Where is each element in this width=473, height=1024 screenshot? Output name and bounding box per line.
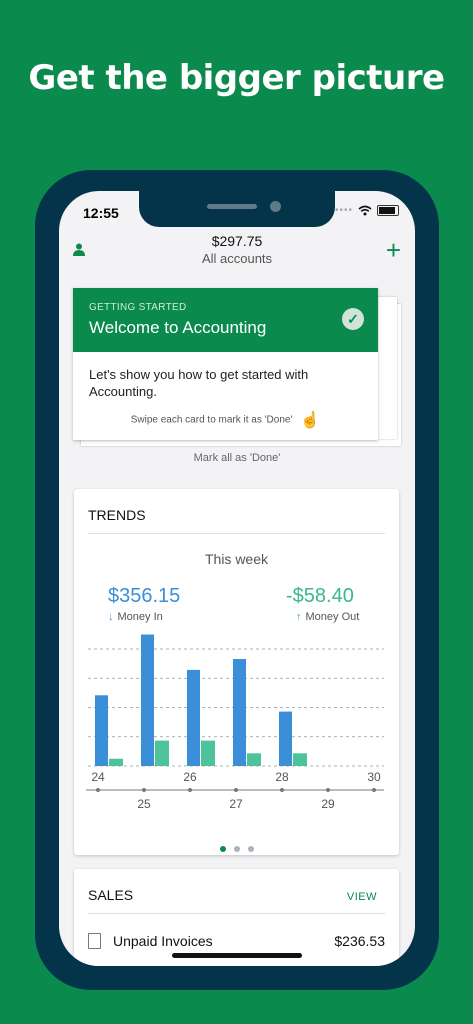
headline: Get the bigger picture [28,58,445,98]
x-tick-label: 29 [321,797,335,811]
x-axis-dot [326,788,330,792]
getting-started-kicker: GETTING STARTED [89,302,187,313]
signal-icon: •••• [334,205,353,216]
divider [88,533,385,534]
getting-started-title: Welcome to Accounting [89,318,267,337]
getting-started-hint: Swipe each card to mark it as 'Done' ☝ [73,410,378,430]
bar-money-out [155,740,169,766]
money-out-value: -$58.40 [286,585,354,607]
status-time: 12:55 [83,205,119,221]
bar-money-in [95,695,108,766]
x-tick-label: 26 [183,770,197,784]
notch [139,191,335,227]
x-axis-dot [280,788,284,792]
sales-view-link[interactable]: VIEW [347,891,377,903]
swipe-hand-icon: ☝ [300,412,321,429]
check-icon[interactable]: ✓ [342,308,364,330]
bar-money-in [141,634,154,766]
x-axis-dot [142,788,146,792]
hint-text: Swipe each card to mark it as 'Done' [130,414,293,426]
money-in-label-row: ↓ Money In [108,611,163,623]
bar-money-in [233,659,246,766]
wifi-icon [358,205,372,216]
sales-row-amount: $236.53 [334,933,385,949]
trends-card[interactable]: TRENDS This week $356.15 ↓ Money In -$58.… [74,489,399,855]
x-axis-dot [188,788,192,792]
battery-icon [377,205,399,216]
x-axis-dot [96,788,100,792]
arrow-down-icon: ↓ [108,611,114,623]
divider [88,913,385,914]
camera [270,201,281,212]
trends-chart: 24 25 26 27 28 29 30 [86,634,384,811]
bar-money-out [293,753,307,766]
mark-all-done-link[interactable]: Mark all as 'Done' [59,452,415,464]
getting-started-card[interactable]: GETTING STARTED Welcome to Accounting ✓ … [73,288,378,440]
speaker [207,204,257,209]
money-out-label-row: ↑ Money Out [296,611,359,623]
header-balance: $297.75 [211,233,263,249]
bar-money-in [187,669,200,766]
trends-title: TRENDS [88,507,146,523]
pager-dot[interactable] [233,846,240,852]
x-tick-label: 27 [229,797,243,811]
getting-started-header: GETTING STARTED Welcome to Accounting ✓ [73,288,378,352]
home-indicator [172,953,302,958]
money-out-label: Money Out [305,611,360,623]
header-subtitle[interactable]: All accounts [59,251,415,266]
x-axis-dot [372,788,376,792]
sales-card[interactable]: SALES VIEW Unpaid Invoices $236.53 [74,869,399,966]
bar-money-out [109,758,123,766]
add-button[interactable]: + [386,237,401,263]
x-tick-label: 30 [367,770,381,784]
pager-dots[interactable] [74,839,399,857]
bar-money-out [247,753,261,766]
document-icon [88,933,101,949]
sales-title: SALES [88,887,134,903]
pager-dot[interactable] [247,846,254,852]
trends-period: This week [204,551,269,567]
x-axis-dot [234,788,238,792]
getting-started-body: Let's show you how to get started with A… [89,367,309,399]
sales-row-label: Unpaid Invoices [113,933,213,949]
status-icons: •••• [335,205,399,216]
bar-money-out [201,740,215,766]
arrow-up-icon: ↑ [296,611,302,623]
sales-row-unpaid-invoices[interactable]: Unpaid Invoices $236.53 [88,933,385,949]
header: $297.75 All accounts [59,233,415,266]
x-tick-label: 24 [91,770,105,784]
x-tick-label: 25 [137,797,151,811]
money-in-value: $356.15 [108,585,181,607]
bar-money-in [279,711,292,766]
x-tick-label: 28 [275,770,289,784]
money-in-label: Money In [117,611,163,623]
app-screen: 12:55 •••• $297.75 All accounts + GETTIN… [59,191,415,966]
pager-dot[interactable] [219,846,226,852]
